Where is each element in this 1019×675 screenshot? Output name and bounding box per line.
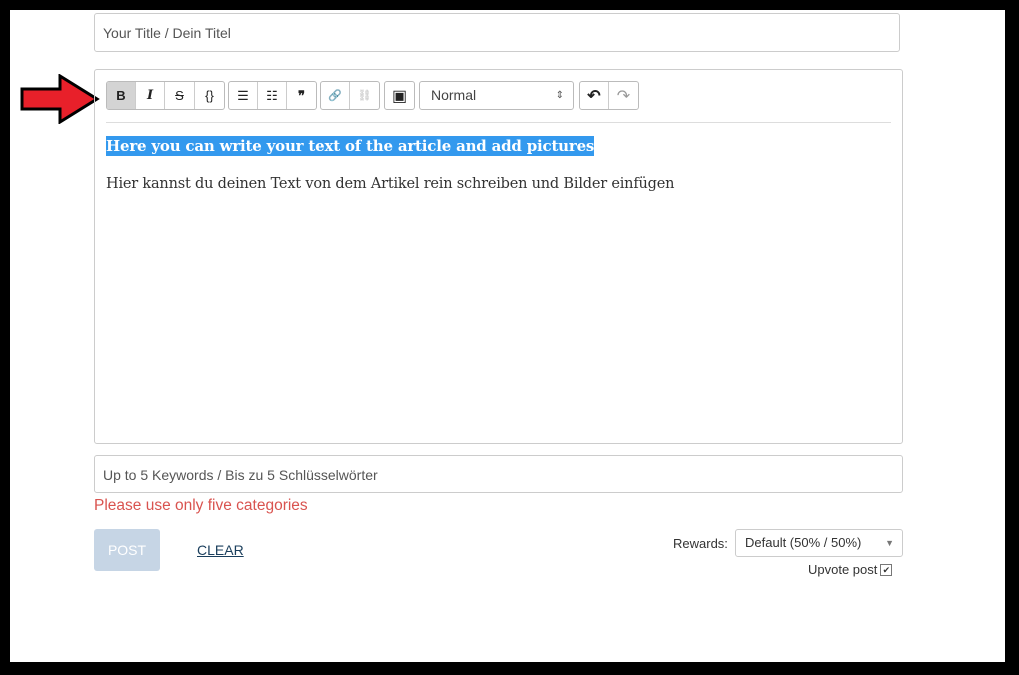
keywords-input[interactable]: Up to 5 Keywords / Bis zu 5 Schlüsselwör… (94, 455, 903, 493)
clear-link[interactable]: CLEAR (197, 542, 244, 558)
format-select[interactable]: Normal ⇕ (419, 81, 574, 110)
quote-icon[interactable]: ❞ (287, 82, 316, 109)
history-group: ↶ ↷ (579, 81, 639, 110)
error-message: Please use only five categories (94, 497, 308, 514)
format-group: B I S {} (106, 81, 225, 110)
rewards-select-value: Default (50% / 50%) (745, 535, 862, 550)
editor-paragraph[interactable]: Hier kannst du deinen Text von dem Artik… (106, 176, 674, 192)
block-group: ☰ ☷ ❞ (228, 81, 317, 110)
title-input[interactable]: Your Title / Dein Titel (94, 13, 900, 52)
select-arrows-icon: ⇕ (555, 90, 564, 101)
unlink-icon[interactable]: ⛓ (350, 82, 379, 109)
red-arrow-annotation (20, 74, 100, 124)
toolbar-divider (106, 122, 891, 123)
bold-button[interactable]: B (107, 82, 136, 109)
dropdown-arrow-icon: ▼ (885, 538, 894, 548)
upvote-label: Upvote post (808, 562, 878, 577)
rewards-select[interactable]: Default (50% / 50%) ▼ (735, 529, 903, 557)
image-group: ▣ (384, 81, 415, 110)
strikethrough-button[interactable]: S (165, 82, 195, 109)
bullet-list-icon[interactable]: ☰ (229, 82, 258, 109)
italic-button[interactable]: I (136, 82, 165, 109)
upvote-checkbox[interactable]: ✔ (880, 563, 893, 576)
editor-heading[interactable]: Here you can write your text of the arti… (106, 136, 594, 156)
upvote-option: Upvote post ✔ (808, 562, 893, 577)
post-button[interactable]: POST (94, 529, 160, 571)
code-button[interactable]: {} (195, 82, 224, 109)
format-select-value: Normal (431, 87, 477, 103)
post-editor-page: Your Title / Dein Titel B I S {} ☰ ☷ ❞ 🔗… (10, 10, 1005, 662)
link-icon[interactable]: 🔗 (321, 82, 350, 109)
undo-icon[interactable]: ↶ (580, 82, 609, 109)
link-group: 🔗 ⛓ (320, 81, 380, 110)
ordered-list-icon[interactable]: ☷ (258, 82, 287, 109)
rewards-label: Rewards: (673, 536, 728, 551)
image-icon[interactable]: ▣ (385, 82, 414, 109)
rich-text-editor[interactable]: B I S {} ☰ ☷ ❞ 🔗 ⛓ ▣ Normal ⇕ ↶ ↷ Here y… (94, 69, 903, 444)
redo-icon[interactable]: ↷ (609, 82, 638, 109)
